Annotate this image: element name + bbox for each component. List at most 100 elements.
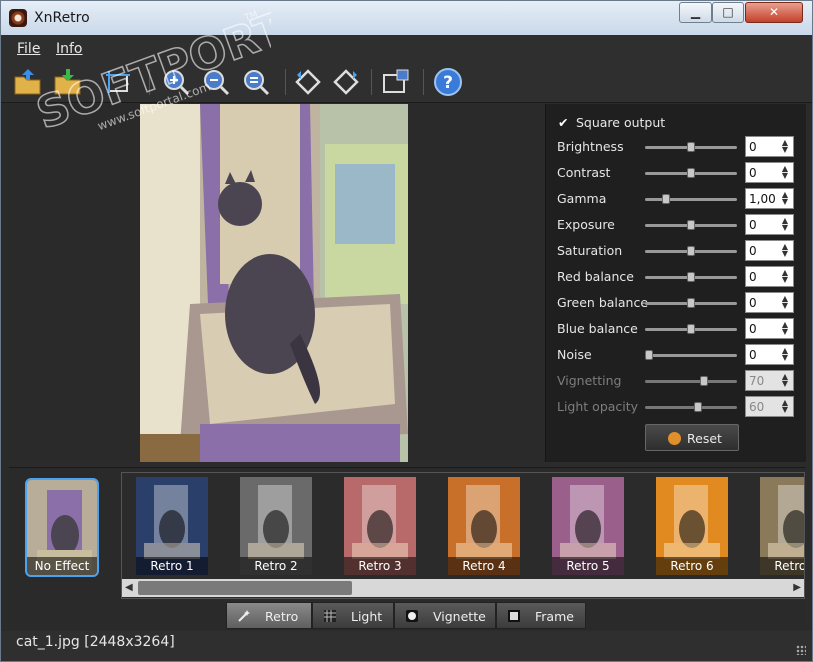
spin-arrows-icon[interactable]: ▲ ▼ — [779, 191, 791, 206]
preset-thumbnail[interactable]: Retro 4 — [448, 477, 520, 575]
title-bar: XnRetro ▁ □ ✕ — [1, 1, 812, 35]
no-effect-label: No Effect — [27, 557, 97, 575]
slider-track[interactable] — [645, 350, 737, 360]
spinbox-value: 0 — [749, 140, 757, 154]
frame-icon — [508, 610, 520, 622]
slider-row-green-balance: Green balance 0 ▲ ▼ — [546, 292, 807, 314]
spin-arrows-icon[interactable]: ▲ ▼ — [779, 347, 791, 362]
preset-thumbnail[interactable]: Retro 3 — [344, 477, 416, 575]
preset-thumbnail[interactable]: Retro 6 — [656, 477, 728, 575]
zoom-out-icon[interactable] — [201, 67, 231, 97]
magic-wand-icon — [238, 610, 250, 622]
scroll-left-icon[interactable]: ◀ — [125, 582, 133, 593]
scrollbar-thumb[interactable] — [138, 581, 352, 595]
crop-icon[interactable] — [103, 67, 133, 97]
spin-arrows-icon[interactable]: ▲ ▼ — [779, 139, 791, 154]
rotate-right-icon[interactable] — [331, 67, 361, 97]
preset-thumbnail[interactable]: Retro 7 — [760, 477, 804, 575]
tab-frame-label: Frame — [535, 609, 574, 624]
slider-track[interactable] — [645, 142, 737, 152]
value-spinbox[interactable]: 0 ▲ ▼ — [745, 214, 794, 235]
tab-retro-label: Retro — [265, 609, 299, 624]
scroll-right-icon[interactable]: ▶ — [793, 582, 801, 593]
adjustment-panel: ✔ Square output Brightness 0 ▲ ▼ Contrast 0 ▲ ▼… — [545, 104, 806, 462]
export-icon[interactable] — [381, 67, 411, 97]
spin-arrows-icon[interactable]: ▲ ▼ — [779, 269, 791, 284]
slider-track[interactable] — [645, 246, 737, 256]
slider-row-saturation: Saturation 0 ▲ ▼ — [546, 240, 807, 262]
tab-light[interactable]: Light — [312, 602, 394, 629]
tab-vignette[interactable]: Vignette — [394, 602, 496, 629]
save-folder-icon[interactable] — [53, 67, 83, 97]
value-spinbox[interactable]: 0 ▲ ▼ — [745, 266, 794, 287]
open-folder-icon[interactable] — [13, 67, 43, 97]
preset-thumbnail[interactable]: Retro 2 — [240, 477, 312, 575]
help-icon[interactable]: ? — [433, 67, 463, 97]
menu-info[interactable]: Info — [56, 41, 83, 57]
slider-label: Noise — [557, 347, 592, 362]
preview-left-margin — [9, 104, 140, 462]
slider-handle[interactable] — [687, 220, 695, 230]
close-button[interactable]: ✕ — [745, 2, 803, 23]
slider-handle[interactable] — [687, 324, 695, 334]
value-spinbox: 60 ▲ ▼ — [745, 396, 794, 417]
slider-handle[interactable] — [687, 272, 695, 282]
value-spinbox[interactable]: 0 ▲ ▼ — [745, 292, 794, 313]
zoom-fit-icon[interactable] — [241, 67, 271, 97]
reset-button[interactable]: Reset — [645, 424, 739, 451]
slider-handle[interactable] — [687, 168, 695, 178]
slider-handle[interactable] — [645, 350, 653, 360]
maximize-button[interactable]: □ — [712, 2, 744, 23]
value-spinbox[interactable]: 0 ▲ ▼ — [745, 318, 794, 339]
horizontal-scrollbar[interactable]: ◀ ▶ — [122, 579, 804, 597]
spin-arrows-icon[interactable]: ▲ ▼ — [779, 321, 791, 336]
spin-arrows-icon[interactable]: ▲ ▼ — [779, 165, 791, 180]
slider-label: Vignetting — [557, 373, 622, 388]
square-output-checkbox[interactable]: ✔ Square output — [558, 115, 665, 130]
slider-track[interactable] — [645, 298, 737, 308]
effect-tabs: Retro Light Vignette Frame — [9, 602, 806, 630]
slider-handle[interactable] — [687, 246, 695, 256]
slider-track[interactable] — [645, 324, 737, 334]
light-icon — [324, 610, 336, 622]
preset-thumbnails: Retro 1 Retro 2 Retro 3 Retro 4 Retro 5 Retro… — [121, 472, 805, 599]
spin-arrows-icon[interactable]: ▲ ▼ — [779, 217, 791, 232]
slider-row-light-opacity: Light opacity 60 ▲ ▼ — [546, 396, 807, 418]
minimize-button[interactable]: ▁ — [679, 2, 712, 23]
value-spinbox[interactable]: 0 ▲ ▼ — [745, 136, 794, 157]
no-effect-thumbnail[interactable]: No Effect — [25, 478, 99, 577]
square-output-label: Square output — [575, 115, 666, 130]
tab-frame[interactable]: Frame — [496, 602, 586, 629]
tab-light-label: Light — [351, 609, 383, 624]
slider-track[interactable] — [645, 194, 737, 204]
slider-label: Light opacity — [557, 399, 639, 414]
menu-file[interactable]: File — [17, 41, 40, 57]
tab-retro[interactable]: Retro — [226, 602, 312, 629]
slider-track[interactable] — [645, 272, 737, 282]
rotate-left-icon[interactable] — [293, 67, 323, 97]
preview-image — [140, 104, 408, 462]
value-spinbox[interactable]: 1,00 ▲ ▼ — [745, 188, 794, 209]
slider-handle — [694, 402, 702, 412]
spinbox-value: 0 — [749, 166, 757, 180]
slider-handle[interactable] — [687, 298, 695, 308]
slider-handle[interactable] — [662, 194, 670, 204]
preset-thumbnail[interactable]: Retro 5 — [552, 477, 624, 575]
value-spinbox[interactable]: 0 ▲ ▼ — [745, 240, 794, 261]
spin-arrows-icon[interactable]: ▲ ▼ — [779, 243, 791, 258]
preset-label: Retro 2 — [240, 557, 312, 575]
value-spinbox[interactable]: 0 ▲ ▼ — [745, 344, 794, 365]
slider-row-blue-balance: Blue balance 0 ▲ ▼ — [546, 318, 807, 340]
resize-grip-icon[interactable] — [796, 645, 806, 655]
value-spinbox[interactable]: 0 ▲ ▼ — [745, 162, 794, 183]
slider-track[interactable] — [645, 168, 737, 178]
slider-handle[interactable] — [687, 142, 695, 152]
slider-track[interactable] — [645, 220, 737, 230]
menu-file-label: File — [17, 41, 41, 57]
zoom-in-icon[interactable] — [161, 67, 191, 97]
slider-row-contrast: Contrast 0 ▲ ▼ — [546, 162, 807, 184]
spin-arrows-icon[interactable]: ▲ ▼ — [779, 295, 791, 310]
toolbar-separator — [423, 69, 424, 95]
status-text: cat_1.jpg [2448x3264] — [16, 634, 175, 650]
preset-thumbnail[interactable]: Retro 1 — [136, 477, 208, 575]
